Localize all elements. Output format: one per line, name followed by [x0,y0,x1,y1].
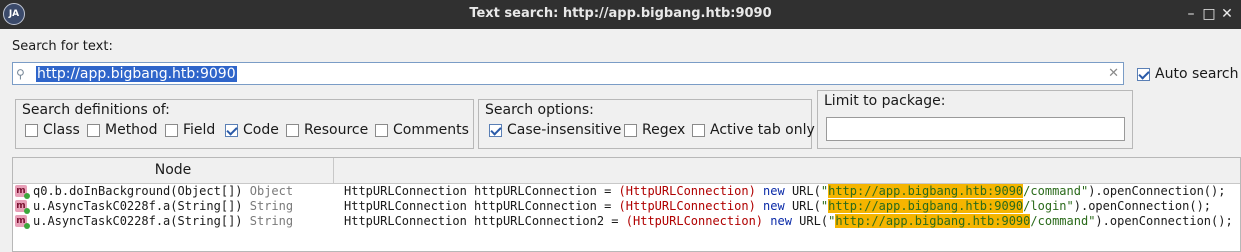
checkbox-icon[interactable] [489,123,502,137]
checkbox-icon[interactable] [375,123,388,137]
regex-checkbox[interactable]: Regex [624,122,685,138]
method-checkbox[interactable]: Method [87,122,158,138]
result-node: u.AsyncTaskC0228f.a(String[]) String [33,199,294,213]
window-title: Text search: http://app.bigbang.htb:9090 [469,6,772,21]
auto-search-checkbox[interactable]: Auto search [1137,66,1238,82]
results-table: Node m q0.b.doInBackground(Object[]) Obj… [12,157,1241,252]
field-checkbox[interactable]: Field [165,122,215,138]
resource-checkbox[interactable]: Resource [286,122,368,138]
checkbox-icon[interactable] [692,123,705,137]
match-highlight: http://app.bigbang.htb:9090 [828,184,1024,198]
method-icon: m [15,200,30,214]
auto-search-label: Auto search [1155,66,1239,82]
close-button[interactable]: ✕ [1217,4,1237,24]
result-code: HttpURLConnection httpURLConnection2 = (… [344,214,1233,228]
maximize-button[interactable]: □ [1199,4,1219,24]
resource-label: Resource [304,122,369,138]
field-label: Field [183,122,216,138]
limit-package-title: Limit to package: [823,93,947,109]
checkbox-icon[interactable] [25,123,38,137]
search-label: Search for text: [12,39,113,54]
search-input[interactable]: ⚲ http://app.bigbang.htb:9090 ✕ [12,62,1124,85]
node-column-header[interactable]: Node [13,158,334,184]
regex-label: Regex [642,122,686,138]
active-tab-only-checkbox[interactable]: Active tab only [692,122,815,138]
code-column-header[interactable] [334,158,1240,184]
match-highlight: http://app.bigbang.htb:9090 [828,199,1024,213]
result-code: HttpURLConnection httpURLConnection = (H… [344,199,1212,213]
checkbox-icon[interactable] [225,123,238,137]
method-icon: m [15,215,30,229]
minimize-button[interactable]: – [1181,4,1201,24]
search-options-title: Search options: [484,102,595,118]
search-icon: ⚲ [16,67,25,81]
checkbox-icon[interactable] [165,123,178,137]
title-bar: JA Text search: http://app.bigbang.htb:9… [0,0,1241,29]
checkbox-icon[interactable] [624,123,637,137]
active-tab-only-label: Active tab only [710,122,815,138]
comments-checkbox[interactable]: Comments [375,122,469,138]
checkbox-icon[interactable] [286,123,299,137]
case-insensitive-checkbox[interactable]: Case-insensitive [489,122,621,138]
method-icon: m [15,185,30,199]
table-row[interactable]: m u.AsyncTaskC0228f.a(String[]) String H… [13,214,1240,229]
checkbox-icon[interactable] [87,123,100,137]
case-insensitive-label: Case-insensitive [507,122,622,138]
table-row[interactable]: m q0.b.doInBackground(Object[]) Object H… [13,184,1240,199]
result-node: q0.b.doInBackground(Object[]) Object [33,184,294,198]
clear-search-icon[interactable]: ✕ [1108,66,1119,82]
comments-label: Comments [393,122,469,138]
search-definitions-title: Search definitions of: [21,102,171,118]
code-label: Code [243,122,279,138]
code-checkbox[interactable]: Code [225,122,279,138]
class-label: Class [43,122,80,138]
match-highlight: http://app.bigbang.htb:9090 [835,214,1031,228]
limit-package-input[interactable] [826,117,1125,141]
class-checkbox[interactable]: Class [25,122,80,138]
result-node: u.AsyncTaskC0228f.a(String[]) String [33,214,294,228]
result-code: HttpURLConnection httpURLConnection = (H… [344,184,1226,198]
search-input-value[interactable]: http://app.bigbang.htb:9090 [36,66,237,82]
checkbox-icon[interactable] [1137,67,1150,81]
method-label: Method [105,122,158,138]
table-row[interactable]: m u.AsyncTaskC0228f.a(String[]) String H… [13,199,1240,214]
